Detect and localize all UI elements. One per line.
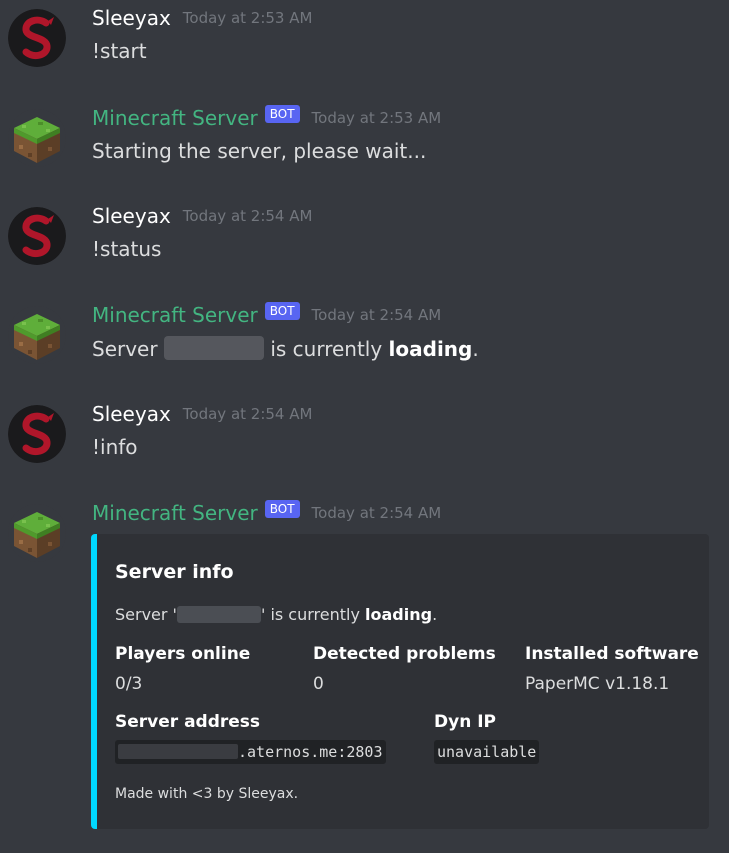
redacted-server-name [176,606,261,623]
redacted-address [118,744,238,759]
text-middle: is currently [270,337,383,361]
username[interactable]: Minecraft Server [92,303,258,327]
field-software-value: PaperMC v1.18.1 [525,674,670,694]
avatar-sleeyax[interactable] [8,207,66,265]
username[interactable]: Minecraft Server [92,501,258,525]
desc-middle: ' is currently [260,605,360,624]
bot-badge: BOT [264,302,300,320]
redacted-server-name [163,336,264,360]
status-loading: loading [388,337,473,361]
avatar-sleeyax[interactable] [8,405,66,463]
text-suffix: . [472,337,479,361]
message-text: !info [92,435,138,459]
timestamp: Today at 2:54 AM [182,207,313,225]
timestamp: Today at 2:54 AM [311,504,442,522]
bot-badge: BOT [264,105,300,123]
embed-description: Server ' ' is currently loading. [115,605,437,624]
message-text: !status [92,237,162,261]
username[interactable]: Sleeyax [92,204,171,228]
avatar-minecraft-server[interactable] [8,504,66,562]
status-loading: loading [365,605,433,624]
avatar-minecraft-server[interactable] [8,306,66,364]
field-address-label: Server address [115,712,261,732]
timestamp: Today at 2:53 AM [182,9,313,27]
message-text: Server is currently loading. [92,336,479,361]
desc-suffix: . [432,605,438,624]
avatar-sleeyax[interactable] [8,9,66,67]
field-address-value[interactable]: .aternos.me:2803 [115,740,386,764]
desc-prefix: Server ' [115,605,177,624]
address-text: .aternos.me:2803 [238,743,383,761]
bot-badge: BOT [264,500,300,518]
embed-footer: Made with <3 by Sleeyax. [115,786,299,802]
timestamp: Today at 2:53 AM [311,109,442,127]
field-players-value: 0/3 [115,674,143,694]
message-text: !start [92,39,147,63]
server-info-embed: Server info Server ' ' is currently loadi… [91,534,709,829]
avatar-minecraft-server[interactable] [8,109,66,167]
message-text: Starting the server, please wait... [92,139,427,163]
field-dynip-label: Dyn IP [434,712,496,732]
field-players-label: Players online [115,644,251,664]
field-problems-label: Detected problems [313,644,496,664]
text-prefix: Server [92,337,158,361]
field-software-label: Installed software [525,644,699,664]
timestamp: Today at 2:54 AM [182,405,313,423]
timestamp: Today at 2:54 AM [311,306,442,324]
username[interactable]: Sleeyax [92,6,171,30]
field-dynip-value[interactable]: unavailable [434,740,540,764]
username[interactable]: Sleeyax [92,402,171,426]
username[interactable]: Minecraft Server [92,106,258,130]
field-problems-value: 0 [313,674,324,694]
embed-title: Server info [115,561,234,583]
